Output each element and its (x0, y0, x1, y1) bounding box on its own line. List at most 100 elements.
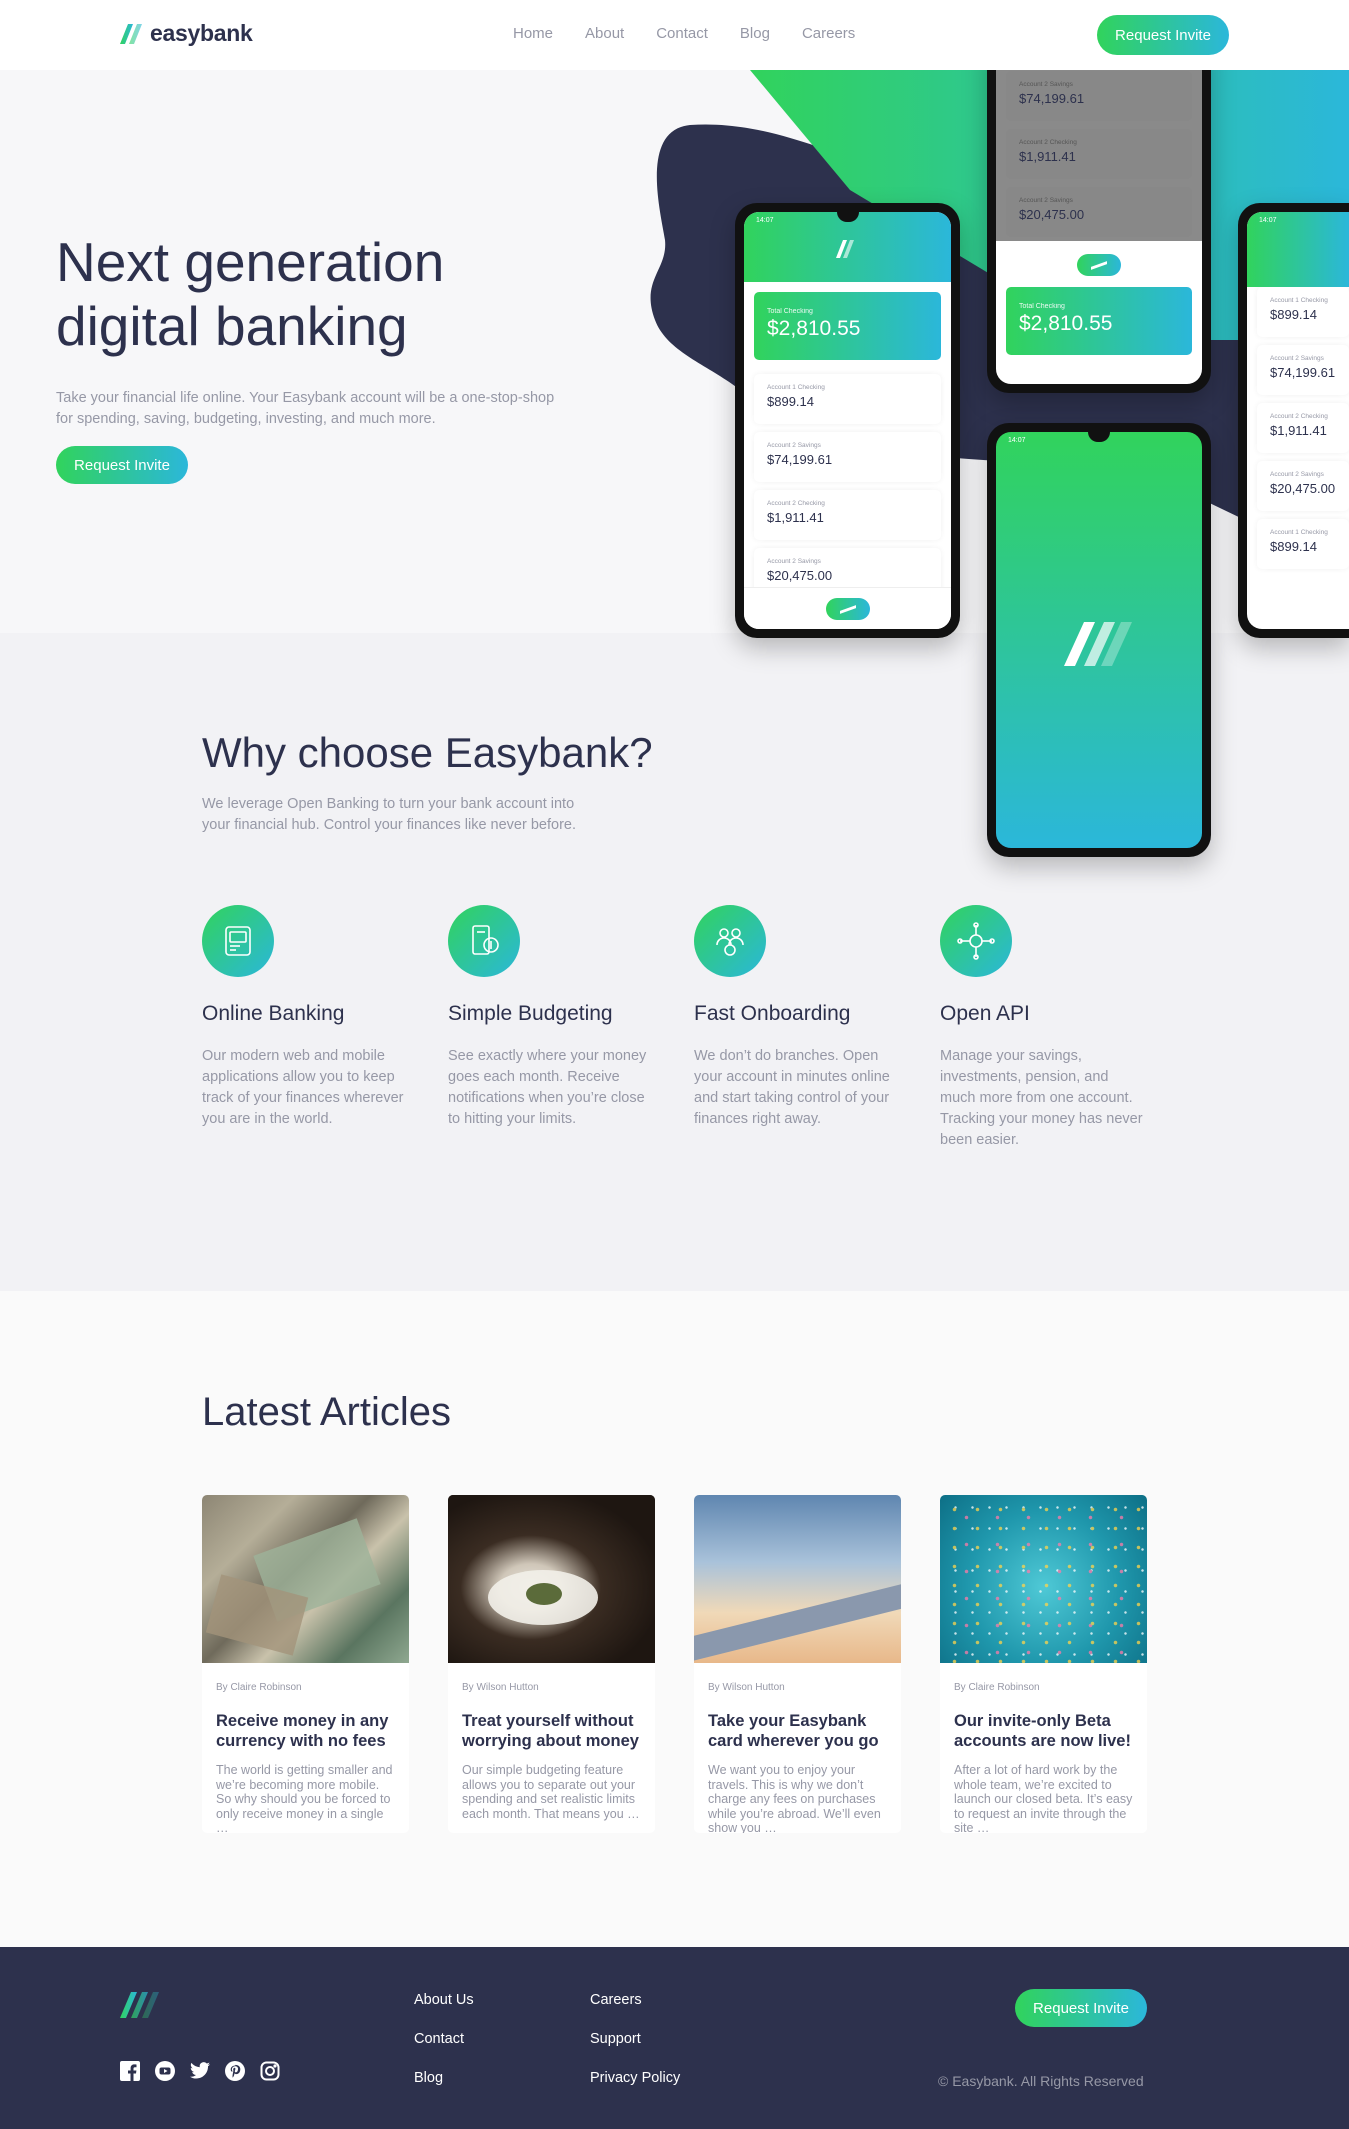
total-checking-card: Total Checking $2,810.55 (1006, 287, 1192, 355)
feature-fast-onboarding: Fast Onboarding We don’t do branches. Op… (694, 905, 904, 1130)
article-author: By Claire Robinson (216, 1682, 302, 1693)
app-logo-icon (836, 240, 854, 258)
total-checking-card: Total Checking $2,810.55 (754, 292, 941, 360)
why-title: Why choose Easybank? (202, 729, 653, 776)
article-image-plane (694, 1495, 901, 1663)
twitter-icon[interactable] (190, 2061, 210, 2081)
article-card[interactable]: By Claire Robinson Receive money in any … (202, 1495, 409, 1833)
feature-title: Simple Budgeting (448, 1002, 613, 1025)
feature-open-api: Open API Manage your savings, investment… (940, 905, 1150, 1151)
transfer-pill-icon (825, 598, 870, 620)
social-links (120, 2061, 280, 2081)
account-card: Account 2 Savings $74,199.61 (1006, 71, 1192, 121)
article-title[interactable]: Take your Easybank card wherever you go (708, 1711, 887, 1751)
account-card: Account 2 Savings $20,475.00 (1006, 187, 1192, 237)
hero-description: Take your financial life online. Your Ea… (56, 390, 555, 427)
footer-request-invite-button[interactable]: Request Invite (1015, 1989, 1147, 2027)
why-description: We leverage Open Banking to turn your ba… (202, 796, 576, 833)
phone-mockup-left: 14:07 Total Checking $2,810.55 Account 1… (735, 203, 960, 638)
nav-contact[interactable]: Contact (656, 25, 708, 42)
account-card: Account 2 Savings $74,199.61 (1257, 345, 1349, 395)
brand-name: easybank (150, 20, 253, 46)
pinterest-icon[interactable] (225, 2061, 245, 2081)
phone-splash-screen: 14:07 (996, 432, 1202, 848)
facebook-icon[interactable] (120, 2061, 140, 2081)
article-excerpt: We want you to enjoy your travels. This … (708, 1763, 881, 1833)
article-author: By Wilson Hutton (462, 1682, 539, 1693)
hero-request-invite-button[interactable]: Request Invite (56, 446, 188, 484)
account-card: Account 2 Checking $1,911.41 (1257, 403, 1349, 453)
transfer-pill-icon (1077, 254, 1121, 276)
logo-mark-icon (120, 23, 142, 44)
nav-about[interactable]: About (585, 25, 624, 42)
article-image-restaurant (448, 1495, 655, 1663)
article-excerpt: After a lot of hard work by the whole te… (954, 1763, 1133, 1833)
hero-title-line-2: digital banking (56, 295, 408, 357)
footer-link-blog[interactable]: Blog (414, 2069, 474, 2088)
budgeting-icon (448, 905, 520, 977)
feature-simple-budgeting: Simple Budgeting See exactly where your … (448, 905, 658, 1130)
article-title[interactable]: Treat yourself without worrying about mo… (462, 1711, 641, 1751)
phone-screen: 14:07 Account 1 Checking $899.14 Account … (1247, 212, 1349, 629)
account-card: Account 2 Savings $20,475.00 (1257, 461, 1349, 511)
phone-mockup-splash: 14:07 (987, 423, 1211, 857)
feature-title: Open API (940, 1002, 1030, 1025)
article-title[interactable]: Our invite-only Beta accounts are now li… (954, 1711, 1133, 1751)
feature-title: Fast Onboarding (694, 1002, 851, 1025)
site-header: easybank Home About Contact Blog Careers… (0, 0, 1349, 70)
feature-text: Manage your savings, investments, pensio… (940, 1048, 1143, 1148)
page: easybank Home About Contact Blog Careers… (0, 0, 1349, 2129)
phone-app-header: 14:07 (1247, 212, 1349, 287)
phone-bottom-bar (744, 587, 951, 629)
footer-link-careers[interactable]: Careers (590, 1991, 680, 2010)
article-title[interactable]: Receive money in any currency with no fe… (216, 1711, 395, 1751)
onboarding-icon (694, 905, 766, 977)
feature-online-banking: Online Banking Our modern web and mobile… (202, 905, 412, 1130)
instagram-icon[interactable] (260, 2061, 280, 2081)
article-card[interactable]: By Wilson Hutton Take your Easybank card… (694, 1495, 901, 1833)
hero-title-line-1: Next generation (56, 231, 445, 293)
articles-title: Latest Articles (202, 1390, 452, 1434)
feature-text: Our modern web and mobile applications a… (202, 1048, 404, 1127)
phone-screen: 14:07 Total Checking $2,810.55 Account 1… (744, 212, 951, 629)
nav-blog[interactable]: Blog (740, 25, 770, 42)
footer-link-about-us[interactable]: About Us (414, 1991, 474, 2010)
footer-link-contact[interactable]: Contact (414, 2030, 474, 2049)
account-card: Account 1 Checking $899.14 (1257, 519, 1349, 569)
copyright-text: © Easybank. All Rights Reserved (938, 2073, 1144, 2089)
account-card: Account 1 Checking $899.14 (754, 374, 941, 424)
footer-logo-icon[interactable] (120, 1992, 160, 2018)
main-nav: Home About Contact Blog Careers (513, 25, 855, 42)
api-icon (940, 905, 1012, 977)
youtube-icon[interactable] (155, 2061, 175, 2081)
article-excerpt: The world is getting smaller and we’re b… (216, 1763, 393, 1833)
article-author: By Wilson Hutton (708, 1682, 785, 1693)
feature-text: See exactly where your money goes each m… (448, 1048, 647, 1127)
feature-text: We don’t do branches. Open your account … (694, 1048, 890, 1127)
account-card: Account 2 Savings $74,199.61 (754, 432, 941, 482)
footer-links-col-1: About Us Contact Blog (414, 1991, 474, 2088)
phone-mockup-right: 14:07 Account 1 Checking $899.14 Account … (1238, 203, 1349, 638)
app-logo-icon (1064, 622, 1132, 666)
article-card[interactable]: By Claire Robinson Our invite-only Beta … (940, 1495, 1147, 1833)
nav-home[interactable]: Home (513, 25, 553, 42)
site-footer: About Us Contact Blog Careers Support Pr… (0, 1947, 1349, 2129)
account-card: Account 2 Checking $1,911.41 (1006, 129, 1192, 179)
footer-link-support[interactable]: Support (590, 2030, 680, 2049)
footer-link-privacy-policy[interactable]: Privacy Policy (590, 2069, 680, 2088)
phone-screen: Account 2 Savings $74,199.61 Account 2 C… (996, 49, 1202, 384)
feature-title: Online Banking (202, 1002, 345, 1025)
footer-links-col-2: Careers Support Privacy Policy (590, 1991, 680, 2088)
account-card: Account 2 Checking $1,911.41 (754, 490, 941, 540)
article-image-confetti (940, 1495, 1147, 1663)
article-author: By Claire Robinson (954, 1682, 1040, 1693)
article-image-currency (202, 1495, 409, 1663)
brand-logo[interactable]: easybank (120, 20, 253, 47)
article-card[interactable]: By Wilson Hutton Treat yourself without … (448, 1495, 655, 1833)
phone-app-header: 14:07 (744, 212, 951, 282)
header-request-invite-button[interactable]: Request Invite (1097, 15, 1229, 55)
phone-dimmed-list: Account 2 Savings $74,199.61 Account 2 C… (996, 49, 1202, 241)
nav-careers[interactable]: Careers (802, 25, 855, 42)
account-card: Account 1 Checking $899.14 (1257, 287, 1349, 337)
phone-mockup-top: Account 2 Savings $74,199.61 Account 2 C… (987, 40, 1211, 393)
